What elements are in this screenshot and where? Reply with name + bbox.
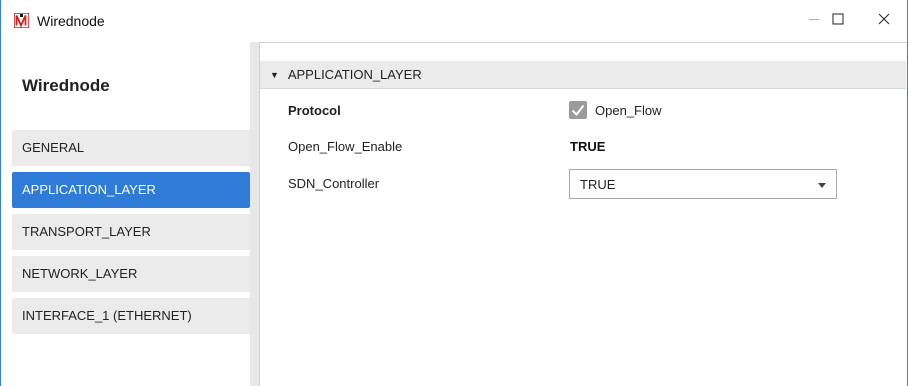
sidebar-item-label: APPLICATION_LAYER — [22, 182, 156, 197]
protocol-label: Protocol — [288, 103, 341, 118]
sidebar: Wirednode GENERAL APPLICATION_LAYER TRAN… — [2, 42, 250, 386]
maximize-button[interactable] — [815, 0, 861, 42]
open-flow-checkbox[interactable] — [569, 101, 587, 119]
section-header-application-layer[interactable]: ▼ APPLICATION_LAYER — [260, 61, 906, 89]
properties-panel: ▼ APPLICATION_LAYER Protocol Open_Flow O… — [259, 42, 907, 386]
sdn-controller-dropdown[interactable]: TRUE — [569, 169, 837, 199]
sidebar-item-transport-layer[interactable]: TRANSPORT_LAYER — [12, 214, 250, 250]
sdn-controller-label: SDN_Controller — [288, 176, 380, 191]
sidebar-item-interface-1[interactable]: INTERFACE_1 (ETHERNET) — [12, 298, 250, 334]
close-icon — [878, 12, 890, 30]
checkmark-icon — [569, 104, 587, 123]
app-window: Wirednode Wirednode GENERAL APPLICATION_… — [0, 0, 908, 386]
sidebar-item-label: TRANSPORT_LAYER — [22, 224, 151, 239]
sidebar-item-label: NETWORK_LAYER — [22, 266, 138, 281]
maximize-icon — [832, 12, 844, 30]
sidebar-item-application-layer[interactable]: APPLICATION_LAYER — [12, 172, 250, 208]
chevron-down-icon — [818, 183, 826, 188]
title-bar: Wirednode — [1, 0, 907, 42]
window-title: Wirednode — [37, 13, 105, 29]
close-button[interactable] — [861, 0, 907, 42]
section-title: APPLICATION_LAYER — [287, 67, 422, 82]
sdn-controller-value: TRUE — [580, 177, 616, 192]
sidebar-item-label: GENERAL — [22, 140, 85, 155]
app-logo-icon — [13, 12, 30, 29]
sidebar-item-network-layer[interactable]: NETWORK_LAYER — [12, 256, 250, 292]
sidebar-item-general[interactable]: GENERAL — [12, 130, 250, 166]
sidebar-title: Wirednode — [22, 76, 110, 95]
open-flow-enable-value: TRUE — [570, 139, 606, 154]
sidebar-item-label: INTERFACE_1 (ETHERNET) — [22, 308, 192, 323]
open-flow-enable-label: Open_Flow_Enable — [288, 139, 403, 154]
collapse-arrow-icon: ▼ — [270, 70, 279, 80]
open-flow-checkbox-label: Open_Flow — [595, 103, 662, 118]
splitter[interactable] — [250, 42, 259, 386]
